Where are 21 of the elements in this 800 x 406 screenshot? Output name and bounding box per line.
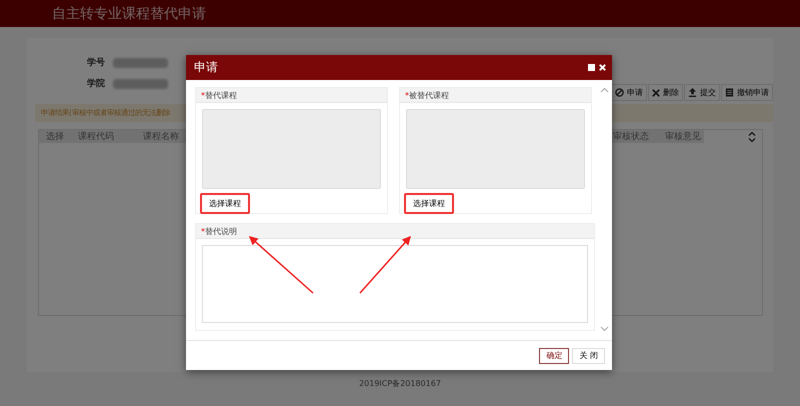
copyright-text: 2019ICP备20180167: [358, 378, 442, 389]
column-header: 课程名称: [142, 130, 180, 143]
column-header: 审核状态: [612, 130, 650, 143]
column-header: 课程代码: [77, 130, 115, 143]
page-title: 自主转专业课程替代申请: [52, 4, 206, 22]
close-button[interactable]: 关 闭: [572, 348, 605, 364]
toolbar-button[interactable]: 提交: [684, 84, 720, 101]
panel-label: *替代说明: [201, 226, 237, 236]
field-label: 学号: [87, 56, 105, 69]
column-header: 选择: [45, 130, 65, 143]
select-course-button[interactable]: 选择课程: [404, 193, 454, 214]
toolbar-button[interactable]: 申请: [611, 84, 647, 101]
dialog-title: 申请: [194, 59, 218, 76]
toolbar-button[interactable]: 撤销申请: [721, 84, 773, 101]
confirm-button[interactable]: 确定: [539, 348, 570, 364]
column-header: 审核意见: [664, 130, 702, 143]
select-course-button[interactable]: 选择课程: [200, 193, 250, 214]
field-label: 学院: [87, 77, 105, 90]
toolbar-button[interactable]: 删除: [648, 84, 683, 101]
panel-label: *替代课程: [201, 90, 237, 100]
panel-label: *被替代课程: [405, 90, 449, 100]
